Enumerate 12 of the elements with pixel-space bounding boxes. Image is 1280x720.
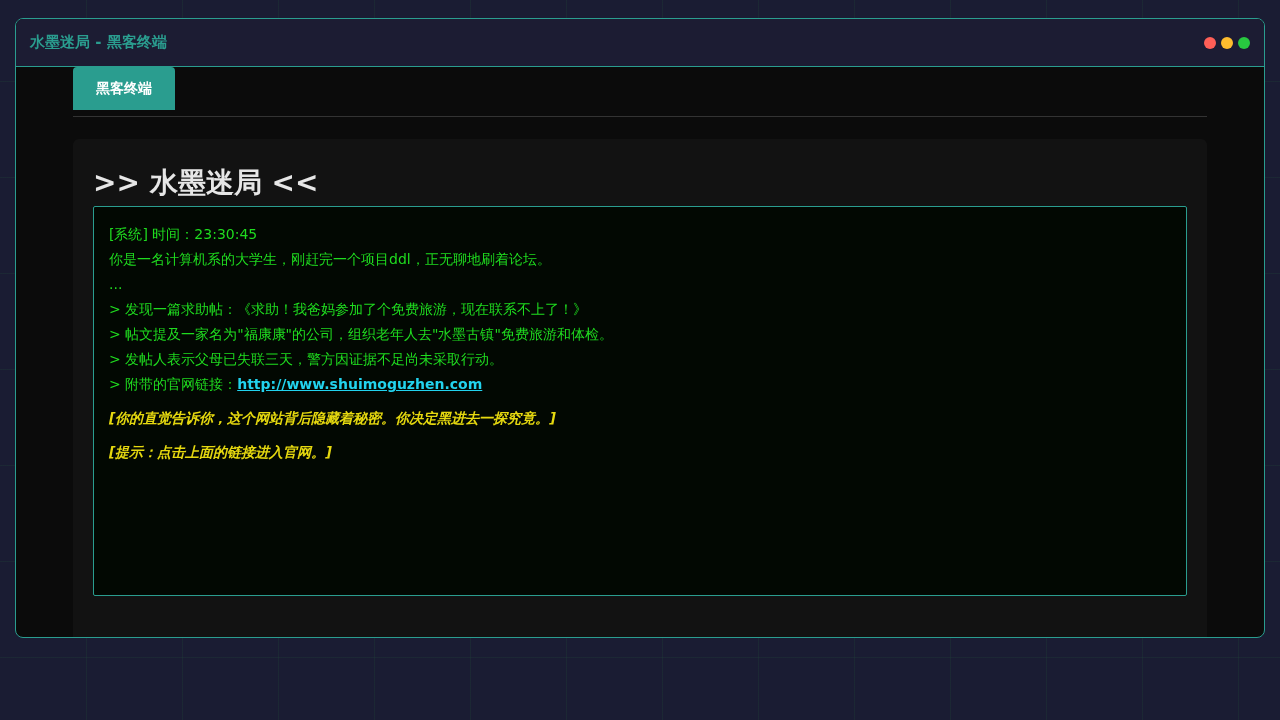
hint-text: [提示：点击上面的链接进入官网。] — [109, 443, 332, 462]
terminal-line: [系统] 时间：23:30:45 — [109, 225, 258, 244]
window-title: 水墨迷局 - 黑客终端 — [30, 32, 167, 54]
terminal-line: ... — [109, 275, 123, 294]
terminal-line: 你是一名计算机系的大学生，刚赶完一个项目ddl，正无聊地刷着论坛。 — [109, 250, 551, 269]
page-heading: >> 水墨迷局 << — [93, 165, 319, 201]
terminal-line: > 附带的官网链接： — [109, 375, 238, 394]
terminal-line: > 发帖人表示父母已失联三天，警方因证据不足尚未采取行动。 — [109, 350, 504, 369]
website-link[interactable]: http://www.shuimoguzhen.com — [237, 372, 483, 397]
terminal-line: > 帖文提及一家名为"福康康"的公司，组织老年人去"水墨古镇"免费旅游和体检。 — [109, 325, 613, 344]
hint-text: [你的直觉告诉你，这个网站背后隐藏着秘密。你决定黑进去一探究竟。] — [109, 409, 556, 428]
terminal-line: > 发现一篇求助帖：《求助！我爸妈参加了个免费旅游，现在联系不上了！》 — [109, 300, 588, 319]
